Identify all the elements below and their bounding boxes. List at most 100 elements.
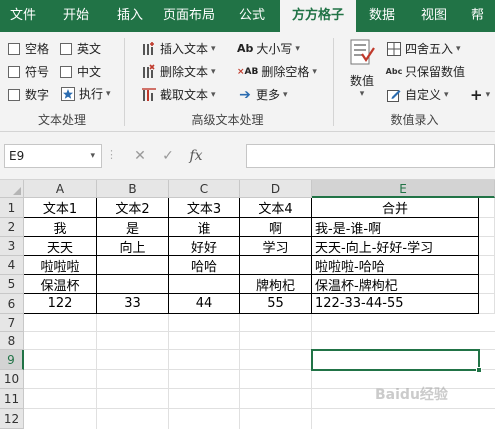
cell-c3[interactable]: 好好 — [169, 237, 240, 256]
cell-d3[interactable]: 学习 — [240, 237, 312, 256]
tab-formulas[interactable]: 公式 — [224, 0, 280, 32]
cell-d1[interactable]: 文本4 — [240, 198, 312, 218]
cell-c4[interactable]: 哈哈 — [169, 256, 240, 275]
row-header-7[interactable]: 7 — [0, 314, 24, 332]
cell-empty[interactable] — [479, 218, 495, 237]
name-box[interactable]: E9 ▾ — [4, 144, 102, 168]
row-header-9[interactable]: 9 — [0, 350, 24, 370]
more-button[interactable]: ➔ 更多 ▾ — [237, 86, 287, 103]
case-button[interactable]: Ab 大小写 ▾ — [237, 40, 300, 57]
insert-function-icon[interactable]: fx — [182, 148, 210, 164]
cell-a6[interactable]: 122 — [24, 294, 97, 314]
row-header-3[interactable]: 3 — [0, 237, 24, 256]
column-header-b[interactable]: B — [97, 180, 169, 198]
round-label: 四舍五入 — [405, 42, 454, 56]
cell-a3[interactable]: 天天 — [24, 237, 97, 256]
cell-d2[interactable]: 啊 — [240, 218, 312, 237]
cell-d6[interactable]: 55 — [240, 294, 312, 314]
cell-e3[interactable]: 天天-向上-好好-学习 — [312, 237, 479, 256]
cancel-icon[interactable]: ✕ — [126, 148, 154, 164]
row-header-10[interactable]: 10 — [0, 370, 24, 389]
cell-c2[interactable]: 谁 — [169, 218, 240, 237]
tab-data[interactable]: 数据 — [356, 0, 408, 32]
checkbox-box[interactable] — [60, 65, 72, 78]
numeric-button[interactable]: 数值 ▾ — [342, 38, 382, 104]
cell-e2[interactable]: 我-是-谁-啊 — [312, 218, 479, 237]
row-header-8[interactable]: 8 — [0, 332, 24, 350]
tab-insert[interactable]: 插入 — [106, 0, 154, 32]
row-header-6[interactable]: 6 — [0, 294, 24, 314]
round-button[interactable]: 四舍五入 ▾ — [386, 40, 461, 57]
cell-a1[interactable]: 文本1 — [24, 198, 97, 218]
row-header-12[interactable]: 12 — [0, 409, 24, 429]
row-divider — [24, 369, 495, 370]
execute-button[interactable]: 执行 ▾ — [60, 85, 111, 102]
tab-file[interactable]: 文件 — [0, 0, 46, 32]
row-header-11[interactable]: 11 — [0, 389, 24, 409]
cell-b3[interactable]: 向上 — [97, 237, 169, 256]
cell-b5[interactable] — [97, 275, 169, 294]
cell-empty[interactable] — [479, 275, 495, 294]
cell-empty[interactable] — [479, 256, 495, 275]
checkbox-chinese[interactable]: 中文 — [60, 63, 101, 80]
cell-b6[interactable]: 33 — [97, 294, 169, 314]
chevron-down-icon[interactable]: ▾ — [90, 145, 95, 167]
fill-handle[interactable] — [476, 367, 482, 373]
select-all-corner[interactable] — [0, 180, 24, 198]
insert-text-button[interactable]: 插入文本 ▾ — [141, 40, 216, 57]
checkbox-box[interactable] — [8, 65, 20, 78]
delete-space-button[interactable]: × AB 删除空格 ▾ — [237, 63, 317, 80]
cell-empty[interactable] — [479, 294, 495, 314]
cell-c5[interactable] — [169, 275, 240, 294]
cell-b1[interactable]: 文本2 — [97, 198, 169, 218]
cell-a2[interactable]: 我 — [24, 218, 97, 237]
chevron-down-icon: ▾ — [485, 90, 491, 100]
cell-e6[interactable]: 122-33-44-55 — [312, 294, 479, 314]
custom-button[interactable]: 自定义 ▾ — [386, 86, 449, 103]
row-header-2[interactable]: 2 — [0, 218, 24, 237]
row-header-1[interactable]: 1 — [0, 198, 24, 218]
delete-text-button[interactable]: 删除文本 ▾ — [141, 63, 216, 80]
tab-page-layout[interactable]: 页面布局 — [154, 0, 224, 32]
checkbox-label: 中文 — [77, 65, 102, 79]
column-header-c[interactable]: C — [169, 180, 240, 198]
cell-e1[interactable]: 合并 — [312, 198, 479, 218]
cell-empty[interactable] — [479, 237, 495, 256]
checkbox-box[interactable] — [8, 42, 20, 55]
checkbox-label: 英文 — [77, 42, 102, 56]
tab-fangfang[interactable]: 方方格子 — [280, 0, 356, 32]
tab-home[interactable]: 开始 — [46, 0, 106, 32]
cell-c1[interactable]: 文本3 — [169, 198, 240, 218]
cell-e5[interactable]: 保温杯-牌枸杞 — [312, 275, 479, 294]
cell-d4[interactable] — [240, 256, 312, 275]
cell-b4[interactable] — [97, 256, 169, 275]
tab-view[interactable]: 视图 — [408, 0, 460, 32]
cell-a4[interactable]: 啦啦啦 — [24, 256, 97, 275]
cell-e4[interactable]: 啦啦啦-哈哈 — [312, 256, 479, 275]
checkbox-symbol[interactable]: 符号 — [8, 63, 49, 80]
cell-empty[interactable] — [479, 198, 495, 218]
column-header-d[interactable]: D — [240, 180, 312, 198]
row-header-4[interactable]: 4 — [0, 256, 24, 275]
watermark-text: Baidu经验 — [375, 387, 448, 403]
column-header-a[interactable]: A — [24, 180, 97, 198]
cell-c6[interactable]: 44 — [169, 294, 240, 314]
column-header-e[interactable]: E — [312, 180, 495, 198]
cell-b2[interactable]: 是 — [97, 218, 169, 237]
formula-buttons: ✕ ✓ fx — [112, 144, 210, 168]
checkbox-box[interactable] — [8, 88, 20, 101]
row-header-5[interactable]: 5 — [0, 275, 24, 294]
tab-help[interactable]: 帮 — [460, 0, 495, 32]
confirm-icon[interactable]: ✓ — [154, 148, 182, 164]
add-icon[interactable]: + ▾ — [470, 86, 490, 104]
cell-d5[interactable]: 牌枸杞 — [240, 275, 312, 294]
extract-text-button[interactable]: 截取文本 ▾ — [141, 86, 216, 103]
formula-input[interactable] — [246, 144, 495, 168]
keep-value-button[interactable]: Abc 只保留数值 — [386, 63, 465, 80]
checkbox-english[interactable]: 英文 — [60, 40, 101, 57]
execute-star-icon — [60, 86, 76, 102]
checkbox-number[interactable]: 数字 — [8, 86, 49, 103]
cell-a5[interactable]: 保温杯 — [24, 275, 97, 294]
checkbox-space[interactable]: 空格 — [8, 40, 49, 57]
checkbox-box[interactable] — [60, 42, 72, 55]
